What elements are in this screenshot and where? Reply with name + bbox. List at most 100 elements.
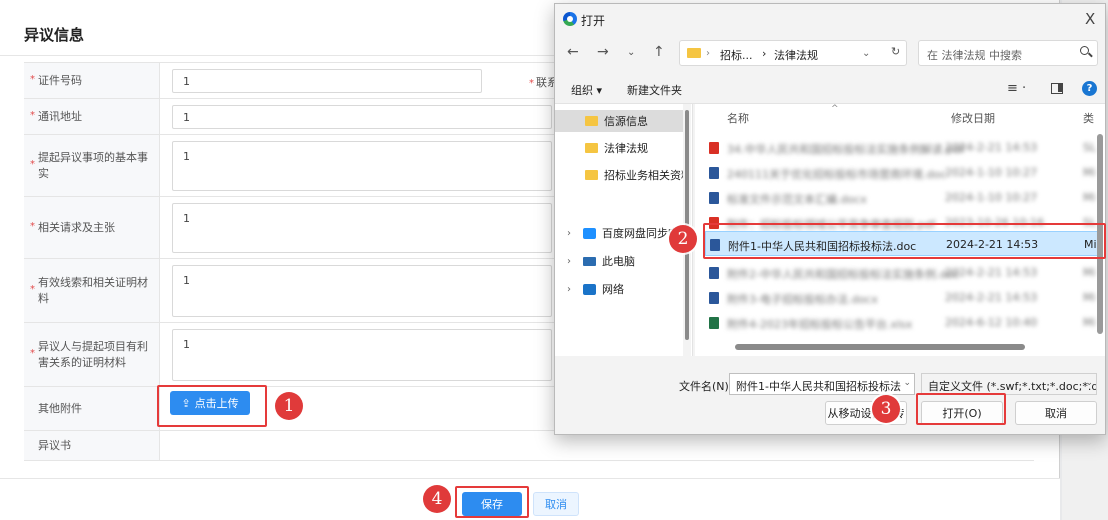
form-row-objection-letter: 异议书: [24, 431, 1034, 461]
file-icon: [709, 192, 719, 204]
column-header-date[interactable]: 修改日期: [951, 110, 995, 126]
file-type: Mi: [1083, 191, 1096, 204]
nav-item-network[interactable]: › 网络: [555, 278, 683, 300]
file-type: Mi: [1083, 166, 1096, 179]
help-icon[interactable]: ?: [1082, 81, 1097, 96]
interest-proof-textarea[interactable]: 1: [172, 329, 552, 381]
forward-arrow-icon[interactable]: →: [597, 44, 609, 60]
nav-item-this-pc[interactable]: › 此电脑: [555, 250, 683, 272]
filename-input[interactable]: 附件1-中华人民共和国招标投标法 ⌄: [729, 373, 915, 395]
breadcrumb-parent[interactable]: 招标...: [720, 47, 753, 63]
up-arrow-icon[interactable]: ↑: [653, 44, 665, 60]
file-name: 34.中华人民共和国招标投标法实施条例解读.pdf: [727, 143, 964, 156]
form-label: * 通讯地址: [24, 99, 160, 134]
address-dropdown-icon[interactable]: ⌄: [862, 48, 870, 59]
dialog-cancel-button[interactable]: 取消: [1015, 401, 1097, 425]
file-date: 2024-2-21 14:53: [945, 291, 1038, 304]
dialog-title: 打开: [581, 14, 606, 28]
file-row[interactable]: 附件4-2023年招标投标公告平台.xlsx 2024-6-12 10:40 Mi: [705, 310, 1103, 335]
nav-item-bidding-materials[interactable]: 招标业务相关资料: [555, 164, 683, 186]
chevron-down-icon[interactable]: ⌄: [627, 47, 635, 58]
form-label: 其他附件: [24, 387, 160, 430]
file-date: 2024-2-21 14:53: [945, 141, 1038, 154]
file-name: 附件2-中华人民共和国招标投标法实施条例.doc: [727, 268, 960, 281]
search-icon[interactable]: [1080, 46, 1089, 55]
file-type-filter[interactable]: 自定义文件 (*.swf;*.txt;*.doc;*.docx⌄: [921, 373, 1097, 395]
folder-icon: [585, 116, 598, 126]
file-name: 附件4-2023年招标投标公告平台.xlsx: [727, 318, 913, 331]
search-input[interactable]: 在 法律法规 中搜索: [918, 40, 1098, 66]
file-row[interactable]: 附件3-电子招标投标办法.docx 2024-2-21 14:53 Mi: [705, 285, 1103, 310]
file-icon: [709, 292, 719, 304]
network-icon: [583, 283, 596, 295]
refresh-icon[interactable]: ↻: [891, 45, 900, 58]
step-marker-1: 1: [275, 392, 303, 420]
address-bar[interactable]: › 招标... › 法律法规 ⌄: [679, 40, 907, 66]
requests-textarea[interactable]: 1: [172, 203, 552, 253]
form-label: * 相关请求及主张: [24, 197, 160, 258]
file-row[interactable]: 34.中华人民共和国招标投标法实施条例解读.pdf 2024-2-21 14:53…: [705, 135, 1103, 160]
form-label: * 提起异议事项的基本事实: [24, 135, 160, 196]
column-header-name[interactable]: 名称: [727, 110, 749, 126]
file-row[interactable]: 附件2-中华人民共和国招标投标法实施条例.doc 2024-2-21 14:53 M…: [705, 260, 1103, 285]
computer-icon: [583, 256, 596, 266]
organize-menu[interactable]: 组织 ▾: [571, 82, 602, 98]
highlight-save: [455, 486, 529, 518]
nav-item-source-info[interactable]: 信源信息: [555, 110, 683, 132]
cancel-button[interactable]: 取消: [533, 492, 579, 516]
nav-item-laws[interactable]: 法律法规: [555, 137, 683, 159]
file-icon: [709, 142, 719, 154]
filename-label: 文件名(N):: [679, 380, 733, 393]
file-icon: [709, 267, 719, 279]
folder-icon: [585, 143, 598, 153]
open-file-dialog: 打开 X ← → ⌄ ↑ › 招标... › 法律法规 ⌄ ↻ 在 法律法规 中…: [554, 3, 1106, 435]
view-options-icon[interactable]: ≡ ·: [1007, 81, 1026, 96]
dialog-footer: 文件名(N): 附件1-中华人民共和国招标投标法 ⌄ 自定义文件 (*.swf;*…: [555, 356, 1105, 434]
page-title: 异议信息: [24, 26, 85, 44]
nav-item-baidu-sync[interactable]: › 百度网盘同步空间: [555, 222, 683, 244]
file-name: 240111关于优化招标投标市场营商环境.doc: [727, 168, 947, 181]
chevron-down-icon: ⌄: [903, 378, 911, 388]
file-type: Mi: [1083, 291, 1096, 304]
id-number-input[interactable]: 1: [172, 69, 482, 93]
highlight-selected-file: [703, 223, 1106, 259]
step-marker-2: 2: [669, 225, 697, 253]
file-name: 标准文件示范文本汇编.docx: [727, 193, 867, 206]
form-footer: [0, 478, 1060, 520]
file-date: 2024-1-10 10:27: [945, 191, 1038, 204]
browser-app-icon: [563, 12, 577, 26]
close-icon[interactable]: X: [1085, 10, 1095, 28]
folder-icon: [585, 170, 598, 180]
file-horizontal-scrollbar[interactable]: [735, 344, 1025, 350]
breadcrumb-separator: ›: [762, 47, 767, 60]
dialog-titlebar: 打开 X: [555, 4, 1105, 34]
new-folder-button[interactable]: 新建文件夹: [627, 82, 682, 98]
chevron-right-icon: ›: [567, 283, 571, 295]
preview-pane-icon[interactable]: [1051, 83, 1063, 94]
form-label: 异议书: [24, 431, 160, 460]
column-header-type[interactable]: 类: [1083, 110, 1094, 126]
breadcrumb-current[interactable]: 法律法规: [774, 47, 818, 63]
file-row[interactable]: 标准文件示范文本汇编.docx 2024-1-10 10:27 Mi: [705, 185, 1103, 210]
address-input[interactable]: 1: [172, 105, 552, 129]
back-arrow-icon[interactable]: ←: [567, 44, 579, 60]
form-label: * 异议人与提起项目有利害关系的证明材料: [24, 323, 160, 386]
step-marker-4: 4: [423, 485, 451, 513]
file-icon: [709, 317, 719, 329]
chevron-right-icon: ›: [567, 227, 571, 239]
step-marker-3: 3: [872, 395, 900, 423]
highlight-open-button: [916, 393, 1006, 425]
cloud-icon: [583, 227, 596, 239]
file-type: Mi: [1083, 266, 1096, 279]
file-icon: [709, 167, 719, 179]
file-date: 2024-2-21 14:53: [945, 266, 1038, 279]
file-date: 2024-6-12 10:40: [945, 316, 1038, 329]
file-name: 附件3-电子招标投标办法.docx: [727, 293, 878, 306]
dialog-navbar: ← → ⌄ ↑ › 招标... › 法律法规 ⌄ ↻ 在 法律法规 中搜索: [555, 36, 1105, 70]
folder-icon: [687, 48, 701, 58]
basic-facts-textarea[interactable]: 1: [172, 141, 552, 191]
dialog-toolbar: 组织 ▾ 新建文件夹 ≡ · ?: [555, 74, 1105, 104]
evidence-textarea[interactable]: 1: [172, 265, 552, 317]
form-label: * 证件号码: [24, 63, 160, 98]
file-row[interactable]: 240111关于优化招标投标市场营商环境.doc 2024-1-10 10:27 M…: [705, 160, 1103, 185]
